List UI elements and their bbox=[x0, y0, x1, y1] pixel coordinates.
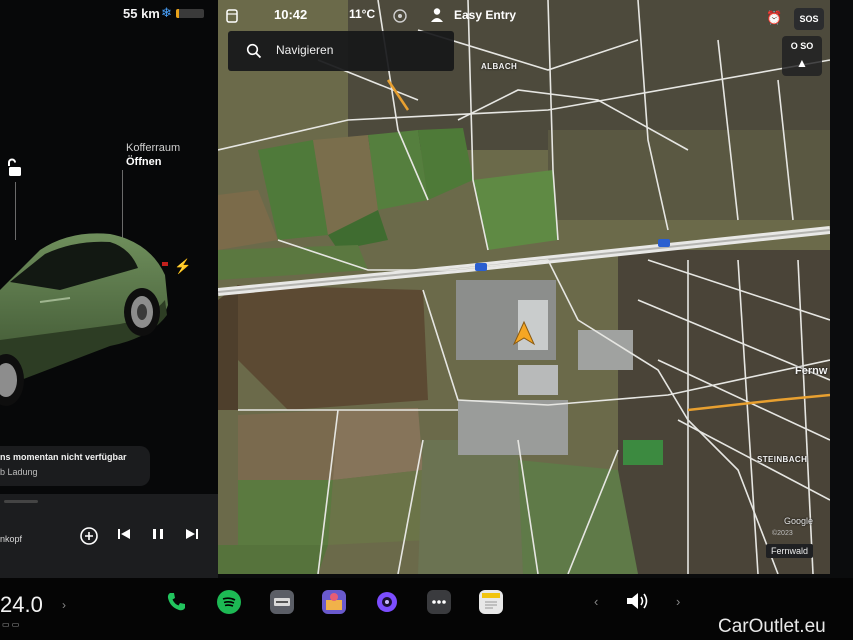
map-label-steinbach: STEINBACH bbox=[757, 455, 808, 464]
sentry-camera-icon[interactable] bbox=[392, 8, 408, 24]
search-input[interactable]: Navigieren bbox=[276, 43, 333, 57]
media-handle[interactable] bbox=[4, 500, 38, 503]
car-status-panel: 55 km ❄ Kofferraum Öffnen ⚡ ns momentan … bbox=[0, 0, 218, 578]
skip-back-icon[interactable] bbox=[113, 526, 135, 548]
seat-heater-icon[interactable]: ▭ ▭ bbox=[2, 620, 19, 629]
car-render bbox=[0, 233, 168, 406]
location-chip[interactable]: Fernwald bbox=[766, 544, 814, 558]
bottom-dock: 24.0 › ▭ ▭ ‹ › CarOutlet.eu bbox=[0, 578, 853, 640]
snowflake-icon: ❄ bbox=[161, 5, 172, 20]
dashcam-icon[interactable] bbox=[270, 590, 294, 614]
pause-icon[interactable] bbox=[147, 526, 169, 548]
navigation-search[interactable]: Navigieren bbox=[228, 31, 454, 71]
trunk-open-button[interactable]: Öffnen bbox=[126, 156, 161, 168]
notification-title: ns momentan nicht verfügbar bbox=[0, 452, 127, 462]
unlock-icon[interactable] bbox=[5, 158, 25, 178]
cabin-temperature[interactable]: 24.0 bbox=[0, 592, 43, 618]
camera-icon[interactable] bbox=[375, 590, 399, 614]
alarm-clock-icon[interactable]: ⏰ bbox=[766, 10, 782, 26]
more-icon[interactable] bbox=[427, 590, 451, 614]
navigation-map[interactable] bbox=[218, 0, 830, 574]
temperature-up-chevron-icon[interactable]: › bbox=[62, 598, 66, 612]
lightning-icon[interactable]: ⚡ bbox=[174, 258, 191, 275]
notification-subtitle: b Ladung bbox=[0, 467, 38, 477]
volume-up-chevron-icon[interactable]: › bbox=[676, 594, 680, 609]
skip-forward-icon[interactable] bbox=[181, 526, 203, 548]
media-player: nkopf bbox=[0, 494, 218, 578]
volume-down-chevron-icon[interactable]: ‹ bbox=[594, 594, 598, 609]
compass-button[interactable]: O SO ▲ bbox=[782, 36, 822, 76]
clock: 10:42 bbox=[274, 7, 308, 22]
profile-icon[interactable] bbox=[430, 7, 444, 23]
compass-heading: O SO bbox=[790, 41, 814, 51]
trunk-label: Kofferraum bbox=[126, 142, 181, 154]
north-arrow-icon: ▲ bbox=[796, 56, 808, 70]
range-readout: 55 km bbox=[123, 6, 160, 21]
search-icon bbox=[246, 43, 262, 59]
battery-fill bbox=[176, 9, 180, 18]
notes-icon[interactable] bbox=[479, 590, 503, 614]
trunk-icon[interactable] bbox=[225, 6, 239, 24]
map-label-albach: ALBACH bbox=[481, 62, 518, 71]
sos-button[interactable]: SOS bbox=[794, 8, 824, 30]
add-icon[interactable] bbox=[78, 526, 100, 548]
spotify-icon[interactable] bbox=[217, 590, 241, 614]
notification-card[interactable]: ns momentan nicht verfügbar b Ladung bbox=[0, 446, 150, 486]
speaker-icon[interactable] bbox=[624, 590, 650, 612]
toybox-icon[interactable] bbox=[322, 590, 346, 614]
map-label-fernwald: Fernw bbox=[795, 365, 828, 377]
map-provider-mark: Google bbox=[784, 516, 814, 526]
map-copyright: ©2023 bbox=[772, 530, 793, 537]
phone-icon[interactable] bbox=[164, 590, 188, 614]
driver-profile[interactable]: Easy Entry bbox=[454, 8, 516, 22]
media-source-label: nkopf bbox=[0, 534, 23, 544]
outside-temperature: 11°C bbox=[349, 7, 376, 21]
satellite-map-layer bbox=[218, 0, 830, 574]
battery-indicator bbox=[176, 9, 204, 18]
watermark: CarOutlet.eu bbox=[718, 616, 826, 637]
